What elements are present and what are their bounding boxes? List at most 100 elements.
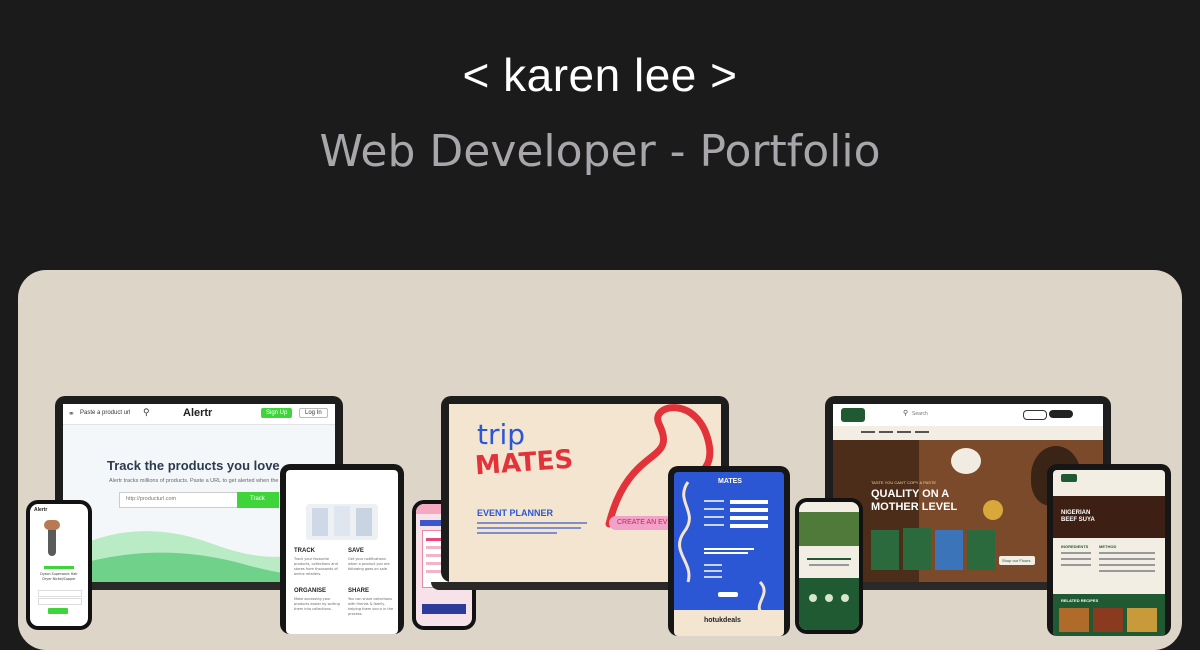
search-icon[interactable]: ⚲ (903, 409, 908, 417)
tablet-logo: MATES (718, 478, 742, 485)
recipe-line (1061, 552, 1091, 554)
feature-text: You can share collections with friends &… (348, 597, 394, 616)
phone-footer-bar (422, 604, 466, 614)
hotukdeals-brand: hotukdeals (704, 617, 741, 624)
phone-section-text (807, 558, 851, 560)
tablet-form-field[interactable] (730, 500, 768, 504)
oluolu-menu-item[interactable] (861, 431, 875, 433)
tablet-form-label (704, 524, 724, 526)
tablet-form-label (704, 508, 724, 510)
search-icon[interactable]: ⚲ (143, 407, 150, 418)
tablet-form-field[interactable] (730, 524, 768, 528)
shop-flours-button[interactable]: Shop our Flours (999, 556, 1035, 565)
recipe-line (1061, 558, 1091, 560)
oluolu-phone-screen (799, 502, 859, 630)
product-price (44, 566, 74, 569)
page-subtitle: Web Developer - Portfolio (319, 126, 881, 177)
oluolu-search-label: Search (912, 411, 928, 417)
oluolu-nav-button[interactable] (1049, 410, 1073, 418)
tablet-option[interactable] (704, 564, 722, 566)
feature-text: Track your favourite products, collectio… (294, 557, 338, 576)
recipe-title: NIGERIAN BEEF SUYA (1061, 510, 1095, 523)
recipe-line (1099, 570, 1155, 572)
alertr-tablet-screen: TRACK SAVE ORGANISE SHARE Track your fav… (286, 470, 398, 634)
tablet-form-label (704, 516, 724, 518)
track-button[interactable]: Track (237, 492, 279, 508)
oluolu-tablet: NIGERIAN BEEF SUYA INGREDIENTS METHOD RE… (1047, 464, 1171, 636)
phone-icon-dot (809, 594, 817, 602)
oluolu-phone (795, 498, 863, 634)
feature-text: Make accessing your products easier by s… (294, 597, 340, 611)
oluolu-menu-item[interactable] (897, 431, 911, 433)
tablet-form-field[interactable] (730, 508, 768, 512)
event-planner-label: EVENT PLANNER (477, 508, 554, 518)
oluolu-tagline: TASTE YOU CAN'T COPY & PASTE (871, 480, 937, 485)
alertr-paste-label: Paste a product url (80, 410, 131, 416)
method-heading: METHOD (1099, 544, 1117, 549)
oluolu-hero-food (951, 448, 981, 474)
recipe-line (1061, 564, 1091, 566)
tablet-form-field[interactable] (730, 516, 768, 520)
tablet-mockup-item (312, 508, 328, 536)
url-input-placeholder: http://producturl.com (126, 496, 177, 502)
alertr-phone-screen: Alertr Dyson Supersonic Hair Dryer Nicke… (30, 504, 88, 626)
product-title: Dyson Supersonic Hair Dryer Nickel/Coppe… (40, 572, 78, 581)
feature-title: SAVE (348, 548, 364, 554)
page-title: < karen lee > (462, 49, 738, 101)
tablet-question (704, 552, 748, 554)
feature-title: ORGANISE (294, 588, 327, 594)
ingredients-heading: INGREDIENTS (1061, 544, 1089, 549)
oluolu-product-pack (871, 530, 899, 570)
oluolu-menu-item[interactable] (915, 431, 929, 433)
tablet-submit-button[interactable] (718, 592, 738, 597)
phone-track-button[interactable] (48, 608, 68, 614)
phone-alertr-logo: Alertr (34, 507, 48, 513)
alertr-hero-subtitle: Alertr tracks millions of products. Past… (109, 478, 285, 484)
phone-icon-dot (825, 594, 833, 602)
alertr-logo: Alertr (183, 407, 213, 419)
tablet-option[interactable] (704, 576, 722, 578)
hair-dryer-head (44, 520, 60, 530)
oluolu-product-pack (935, 530, 963, 570)
phone-input[interactable] (38, 590, 82, 597)
related-recipe-card[interactable] (1059, 608, 1089, 632)
feature-title: SHARE (348, 588, 370, 594)
alertr-hero-title: Track the products you love (107, 458, 280, 473)
related-recipe-card[interactable] (1127, 608, 1157, 632)
shop-flours-label: Shop our Flours (1002, 558, 1031, 563)
recipe-line (1099, 552, 1155, 554)
tablet-option[interactable] (704, 570, 722, 572)
tablet-logo-badge (1061, 474, 1077, 482)
tripmates-word-mates: MATES (474, 444, 575, 482)
related-recipes-heading: RELATED RECIPES (1061, 598, 1099, 603)
tablet-form-label (704, 500, 724, 502)
create-event-label: CREATE AN EVE (617, 519, 673, 526)
login-button[interactable]: Log In (299, 408, 328, 418)
tablet-question (704, 548, 754, 550)
event-description-line (477, 522, 587, 524)
tablet-footer: hotukdeals (674, 610, 784, 636)
track-button-label: Track (250, 496, 265, 502)
tripmates-tablet-screen: MATES hotukdeals (674, 472, 784, 636)
event-description-line (477, 532, 557, 534)
recipe-line (1099, 558, 1155, 560)
alertr-tablet: TRACK SAVE ORGANISE SHARE Track your fav… (280, 464, 404, 634)
oluolu-quality-seal (983, 500, 1003, 520)
phone-section-text (809, 564, 849, 566)
oluolu-hero-line2: MOTHER LEVEL (871, 501, 958, 513)
tablet-mockup-item (356, 508, 372, 536)
phone-input[interactable] (38, 598, 82, 605)
alertr-url-input[interactable]: http://producturl.com (119, 492, 239, 508)
tripmates-tablet: MATES hotukdeals (668, 466, 790, 636)
oluolu-menu-item[interactable] (879, 431, 893, 433)
feature-title: TRACK (294, 548, 315, 554)
oluolu-logo-badge (841, 408, 865, 422)
portfolio-showcase-panel: ⚭ Paste a product url ⚲ Alertr Sign Up L… (18, 270, 1182, 650)
phone-green-section (799, 578, 859, 630)
alertr-phone: Alertr Dyson Supersonic Hair Dryer Nicke… (26, 500, 92, 630)
oluolu-nav-button[interactable] (1023, 410, 1047, 420)
related-recipe-card[interactable] (1093, 608, 1123, 632)
link-icon: ⚭ (68, 409, 75, 418)
signup-button[interactable]: Sign Up (261, 408, 293, 418)
oluolu-hero-line1: QUALITY ON A (871, 488, 950, 500)
